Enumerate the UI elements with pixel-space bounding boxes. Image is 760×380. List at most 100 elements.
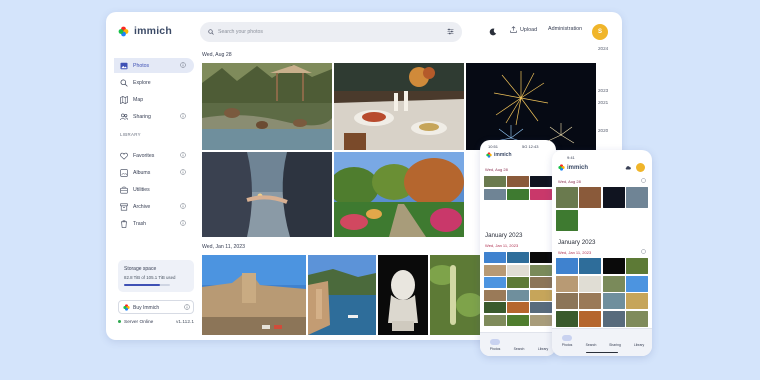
phone-front: 9:41 immich Wed, Aug 28 January 2023 Wed… <box>552 150 652 356</box>
administration-link[interactable]: Administration <box>548 26 582 32</box>
sidebar-item-trash[interactable]: Trash <box>114 216 194 231</box>
sidebar-item-photos[interactable]: Photos <box>114 58 194 73</box>
info-icon[interactable] <box>180 203 186 209</box>
buy-immich-button[interactable]: Buy Immich <box>118 300 194 314</box>
scrubber-year[interactable]: 2023 <box>598 88 608 93</box>
sidebar-item-label: Photos <box>133 63 150 69</box>
photos-icon <box>120 62 128 69</box>
search-icon <box>208 29 214 35</box>
upload-label: Upload <box>520 26 538 33</box>
info-icon[interactable] <box>180 169 186 175</box>
app-name: immich <box>134 25 172 37</box>
phone-app-logo: immich <box>486 152 512 158</box>
phone-nav-sharing[interactable]: Sharing <box>606 335 624 347</box>
phone-bottom-nav: Photos Search Library <box>480 332 556 356</box>
photo-garden[interactable] <box>334 152 464 237</box>
phone-app-logo: immich <box>558 164 588 171</box>
photo-bust[interactable] <box>378 255 428 335</box>
storage-usage: 82.8 TiB of 105.1 TiB used <box>124 275 176 280</box>
search-input[interactable]: Search your photos <box>218 29 263 35</box>
phone-nav-label: Library <box>633 343 645 347</box>
phone-nav-search[interactable]: Search <box>582 335 600 347</box>
dark-mode-icon[interactable] <box>489 28 497 36</box>
immich-logo-icon <box>558 164 565 171</box>
photo-otters[interactable] <box>202 63 332 150</box>
info-icon[interactable] <box>180 62 186 68</box>
phone-nav-photos[interactable]: Photos <box>558 335 576 347</box>
sidebar-item-label: Map <box>133 97 144 103</box>
photo-harbor[interactable] <box>308 255 376 335</box>
photo-fireworks[interactable] <box>466 63 596 150</box>
map-icon <box>120 95 128 104</box>
info-icon[interactable] <box>184 304 190 310</box>
phone-nav-photos[interactable]: Photos <box>486 339 504 351</box>
sidebar-item-albums[interactable]: Albums <box>114 165 194 180</box>
phone-back: 10:51 5G 12:43 immich Wed, Aug 28 Januar… <box>480 140 556 356</box>
sidebar-item-label: Utilities <box>133 187 150 193</box>
photos-icon <box>562 335 572 341</box>
avatar[interactable] <box>636 163 645 172</box>
phone-nav-library[interactable]: Library <box>630 335 648 347</box>
phone-photo-grid[interactable] <box>484 252 552 326</box>
phone-status-time: 10:51 <box>488 144 499 149</box>
photo-harbor-image <box>308 255 376 335</box>
photo-plant-image <box>430 255 480 335</box>
sidebar-item-favorites[interactable]: Favorites <box>114 148 194 163</box>
phone-app-name: immich <box>567 164 589 171</box>
scrubber-year[interactable]: 2021 <box>598 100 608 105</box>
photo-garden-image <box>334 152 464 237</box>
albums-icon <box>120 168 128 177</box>
phone-date-title: Wed, Aug 28 <box>485 167 508 172</box>
phone-photo-grid[interactable] <box>484 176 552 200</box>
photo-dinner[interactable] <box>334 63 464 150</box>
avatar[interactable]: S <box>592 24 608 40</box>
sidebar-item-label: Archive <box>133 204 151 210</box>
sidebar-item-archive[interactable]: Archive <box>114 199 194 214</box>
phone-nav-library[interactable]: Library <box>534 339 552 351</box>
app-logo[interactable]: immich <box>118 25 172 37</box>
archive-icon <box>120 203 128 211</box>
server-status: Server Online v1.112.1 <box>118 320 194 325</box>
info-icon[interactable] <box>180 113 186 119</box>
favorite-icon <box>120 152 128 160</box>
photo-city-walls[interactable] <box>202 255 306 335</box>
storage-progress-fill <box>124 284 161 286</box>
sidebar-item-label: Albums <box>133 170 151 176</box>
check-circle-icon[interactable] <box>641 178 646 183</box>
utilities-icon <box>120 186 128 194</box>
phone-nav-label: Photos <box>561 343 573 347</box>
search-icon <box>514 339 524 345</box>
photo-couple[interactable] <box>202 152 332 237</box>
check-circle-icon[interactable] <box>641 249 646 254</box>
sidebar-item-utilities[interactable]: Utilities <box>114 182 194 197</box>
scrubber-year[interactable]: 2024 <box>598 46 608 51</box>
sidebar-item-map[interactable]: Map <box>114 92 194 107</box>
sidebar-item-label: Explore <box>133 80 151 86</box>
storage-progress-bar <box>124 284 170 286</box>
upload-icon <box>510 26 517 33</box>
phone-photo-grid[interactable] <box>556 258 648 327</box>
sidebar-item-explore[interactable]: Explore <box>114 75 194 90</box>
info-icon[interactable] <box>180 220 186 226</box>
phone-nav-search[interactable]: Search <box>510 339 528 351</box>
upload-button[interactable]: Upload <box>510 26 537 33</box>
info-icon[interactable] <box>180 152 186 158</box>
tune-icon[interactable] <box>447 28 454 35</box>
phone-month-title: January 2023 <box>558 239 596 246</box>
search-bar[interactable]: Search your photos <box>200 22 462 42</box>
server-status-label: Server Online <box>124 320 154 325</box>
sharing-icon <box>610 335 620 341</box>
sidebar-item-sharing[interactable]: Sharing <box>114 109 194 124</box>
photo-plant[interactable] <box>430 255 480 335</box>
phone-nav-label: Search <box>513 347 525 351</box>
online-dot <box>118 320 121 324</box>
library-icon <box>538 339 548 345</box>
phone-status-time: 9:41 <box>567 155 575 160</box>
cloud-icon[interactable] <box>625 165 631 170</box>
immich-logo-icon <box>486 152 492 158</box>
phone-date-title: Wed, Jan 11, 2023 <box>485 243 519 248</box>
phone-photo-grid[interactable] <box>556 187 648 231</box>
buy-label: Buy Immich <box>133 305 160 311</box>
library-icon <box>634 335 644 341</box>
scrubber-year[interactable]: 2020 <box>598 128 608 133</box>
